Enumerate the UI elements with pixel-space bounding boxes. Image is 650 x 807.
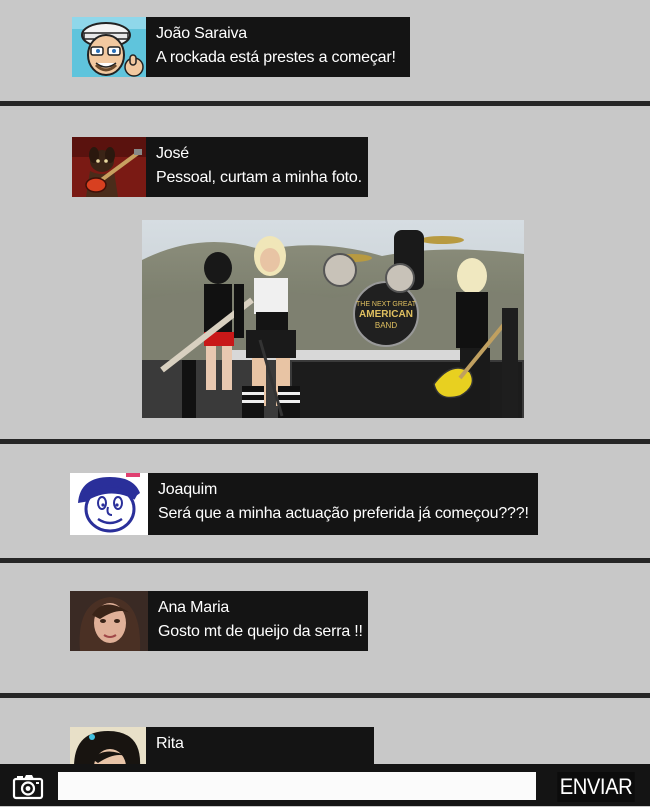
post-message: Pessoal, curtam a minha foto. — [156, 169, 362, 186]
camera-icon[interactable] — [10, 770, 46, 802]
chat-post: Rita — [70, 727, 374, 764]
divider — [0, 558, 650, 563]
avatar-image — [72, 137, 146, 197]
chat-post: José Pessoal, curtam a minha foto. — [72, 137, 368, 197]
post-message: Gosto mt de queijo da serra !! — [158, 623, 363, 640]
chat-post: João Saraiva A rockada está prestes a co… — [72, 17, 410, 77]
drum-text-3: BAND — [375, 321, 397, 330]
post-author[interactable]: João Saraiva — [156, 23, 396, 45]
avatar-image — [70, 727, 146, 764]
post-author[interactable]: Joaquim — [158, 479, 529, 501]
send-button[interactable]: ENVIAR — [557, 772, 635, 802]
camera-glyph — [12, 775, 44, 800]
cartoon-man-cap-avatar[interactable] — [72, 17, 146, 77]
avatar-image — [70, 591, 148, 651]
photo-image: THE NEXT GREAT AMERICAN BAND — [142, 220, 524, 418]
divider — [0, 693, 650, 698]
cartoon-face-avatar[interactable] — [70, 473, 148, 535]
post-author[interactable]: Ana Maria — [158, 597, 363, 619]
woman-dark-hair-avatar[interactable] — [70, 727, 146, 764]
post-author[interactable]: Rita — [156, 733, 184, 755]
divider — [0, 439, 650, 444]
chat-post: Ana Maria Gosto mt de queijo da serra !! — [70, 591, 368, 651]
avatar-image — [72, 17, 146, 77]
message-composer: ENVIAR — [0, 764, 650, 806]
post-message: Será que a minha actuação preferida já c… — [158, 505, 529, 522]
chat-post: Joaquim Será que a minha actuação prefer… — [70, 473, 538, 535]
drum-text-1: THE NEXT GREAT — [356, 301, 417, 308]
woman-photo-avatar[interactable] — [70, 591, 148, 651]
guitar-dog-avatar[interactable] — [72, 137, 146, 197]
drum-text-2: AMERICAN — [359, 309, 413, 320]
divider — [0, 101, 650, 106]
chat-feed[interactable]: João Saraiva A rockada está prestes a co… — [0, 0, 650, 764]
post-author[interactable]: José — [156, 143, 362, 165]
concert-photo[interactable]: THE NEXT GREAT AMERICAN BAND — [142, 220, 524, 418]
post-message: A rockada está prestes a começar! — [156, 49, 396, 66]
avatar-image — [70, 473, 148, 535]
message-input[interactable] — [58, 772, 536, 800]
